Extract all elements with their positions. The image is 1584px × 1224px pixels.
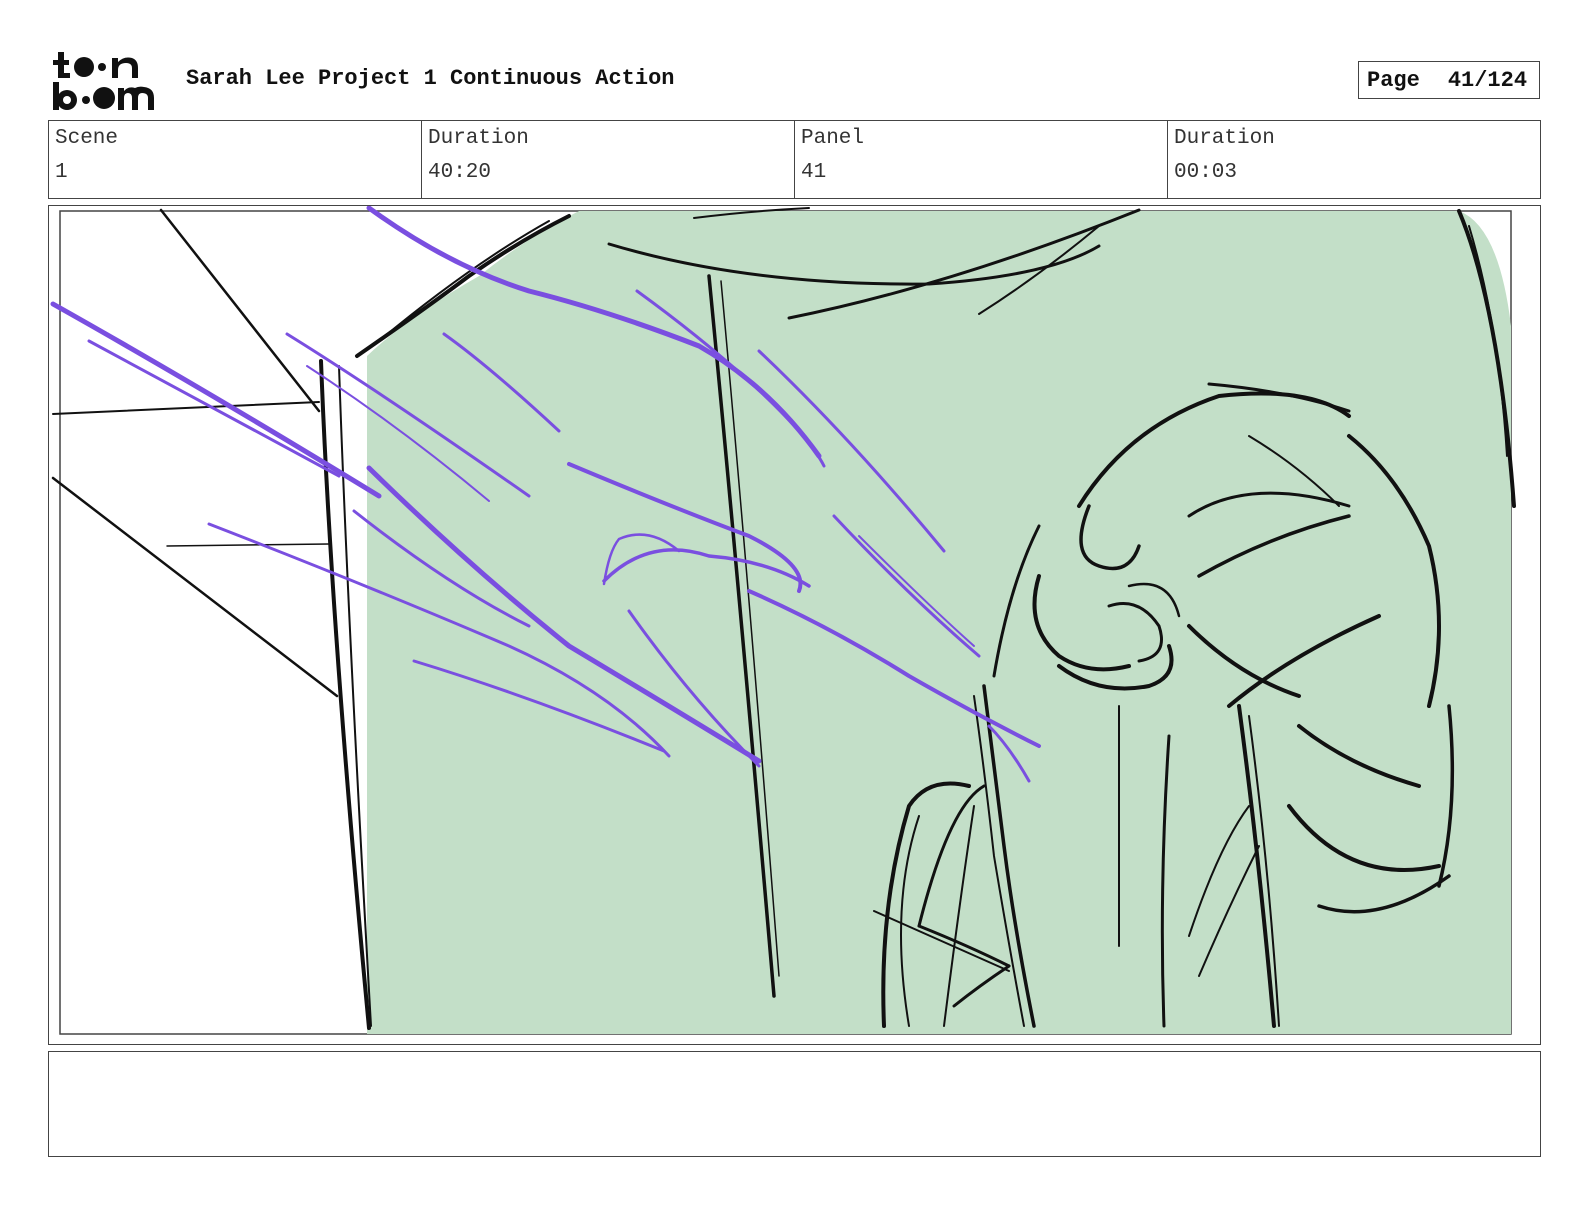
page-indicator: Page 41/124	[1358, 61, 1540, 99]
scene-duration-label: Duration	[428, 127, 529, 150]
panel-sketch	[50, 206, 1516, 1035]
page-label: Page	[1367, 67, 1420, 93]
back-contour	[338, 365, 372, 1027]
motion-line	[50, 301, 382, 499]
panel-label: Panel	[801, 127, 865, 150]
panel-duration-label: Duration	[1174, 127, 1275, 150]
motion-line	[87, 339, 341, 478]
panel-cell: Panel 41	[795, 121, 1168, 198]
page-number: 41/124	[1447, 67, 1528, 93]
toonboom-logo	[52, 50, 164, 112]
bg-line	[166, 543, 330, 547]
panel-duration-cell: Duration 00:03	[1168, 121, 1540, 198]
scene-duration-cell: Duration 40:20	[422, 121, 795, 198]
back-contour	[319, 359, 371, 1030]
storyboard-panel	[48, 205, 1541, 1045]
notes-box	[48, 1051, 1541, 1157]
bg-line	[52, 401, 320, 415]
panel-duration-value: 00:03	[1174, 161, 1238, 184]
scene-label: Scene	[55, 127, 119, 150]
scene-cell: Scene 1	[49, 121, 422, 198]
panel-value: 41	[801, 161, 827, 184]
bg-line	[51, 476, 339, 698]
scene-duration-value: 40:20	[428, 161, 492, 184]
project-title: Sarah Lee Project 1 Continuous Action	[186, 66, 675, 91]
scene-value: 1	[55, 161, 68, 184]
panel-info-table: Scene 1 Duration 40:20 Panel 41 Duration…	[48, 120, 1541, 199]
